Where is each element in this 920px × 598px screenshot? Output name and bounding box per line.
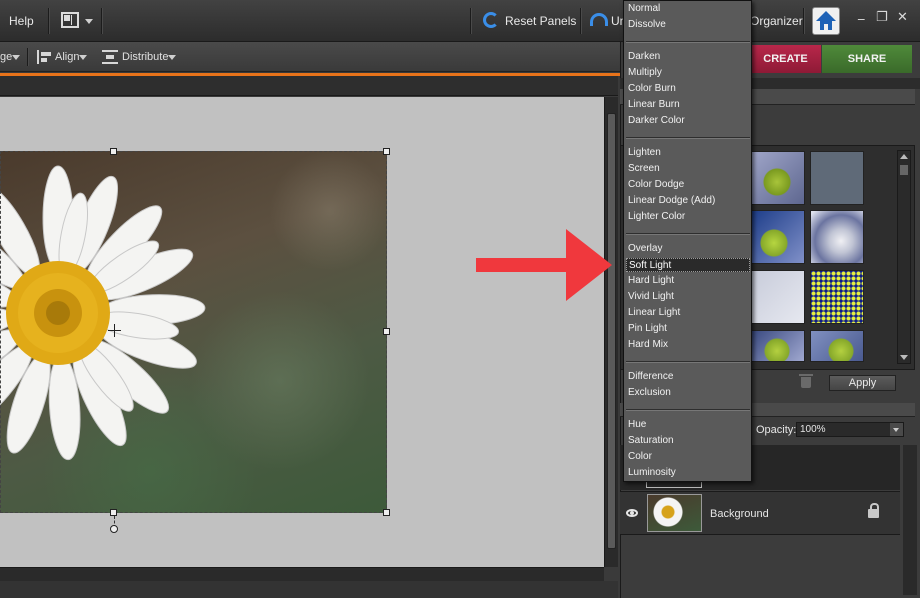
tool-options-bar bbox=[0, 42, 620, 72]
daisy-photo[interactable] bbox=[0, 151, 387, 513]
menu-separator bbox=[626, 361, 750, 362]
reset-icon[interactable] bbox=[483, 12, 499, 28]
close-button[interactable]: ✕ bbox=[897, 10, 908, 25]
blend-mode-item[interactable]: Luminosity bbox=[628, 466, 748, 480]
daisy-flower bbox=[0, 165, 206, 461]
opacity-dropdown[interactable]: 100% bbox=[796, 422, 904, 437]
blend-mode-menu: Normal Dissolve Darken Multiply Color Burn Li… bbox=[623, 0, 752, 482]
reset-panels-button[interactable]: Reset Panels bbox=[505, 14, 576, 28]
transform-handle-top-right[interactable] bbox=[383, 148, 390, 155]
undo-icon[interactable] bbox=[590, 13, 608, 26]
scroll-thumb[interactable] bbox=[607, 113, 616, 549]
opacity-label: Opacity: bbox=[756, 424, 797, 436]
blend-mode-item[interactable]: Hard Mix bbox=[628, 338, 748, 352]
layers-scrollbar[interactable] bbox=[903, 445, 917, 595]
create-tab[interactable]: CREATE bbox=[750, 45, 821, 73]
menu-separator bbox=[470, 8, 471, 34]
options-separator bbox=[27, 48, 28, 66]
blend-mode-item[interactable]: Dissolve bbox=[628, 18, 748, 32]
blend-mode-item[interactable]: Darker Color bbox=[628, 114, 748, 128]
restore-button[interactable]: ❐ bbox=[876, 10, 888, 25]
effect-thumbnail[interactable] bbox=[810, 151, 864, 205]
effect-thumbnail[interactable] bbox=[751, 151, 805, 205]
opacity-value: 100% bbox=[800, 424, 826, 435]
lock-icon[interactable] bbox=[868, 503, 879, 518]
layout-icon[interactable] bbox=[61, 12, 79, 28]
menu-separator bbox=[626, 409, 750, 410]
share-tab[interactable]: SHARE bbox=[822, 45, 912, 73]
transform-handle-bottom[interactable] bbox=[110, 509, 117, 516]
canvas-horizontal-scrollbar[interactable] bbox=[0, 567, 604, 581]
trash-icon[interactable] bbox=[799, 374, 813, 388]
blend-mode-item[interactable]: Lighten bbox=[628, 146, 748, 160]
effect-thumbnail[interactable] bbox=[751, 270, 805, 324]
align-button[interactable]: Align bbox=[55, 51, 79, 63]
blend-mode-item[interactable]: Linear Burn bbox=[628, 98, 748, 112]
blend-mode-item[interactable]: Exclusion bbox=[628, 386, 748, 400]
blend-mode-item[interactable]: Linear Dodge (Add) bbox=[628, 194, 748, 208]
arrange-button[interactable]: ge bbox=[0, 51, 12, 63]
effect-thumbnail[interactable] bbox=[810, 210, 864, 264]
blend-mode-item[interactable]: Darken bbox=[628, 50, 748, 64]
menu-separator bbox=[626, 41, 750, 42]
menu-separator bbox=[580, 8, 581, 34]
chevron-down-icon[interactable] bbox=[12, 55, 20, 60]
menu-separator bbox=[626, 137, 750, 138]
effect-thumbnail[interactable] bbox=[751, 330, 805, 362]
layer-thumbnail bbox=[647, 494, 702, 532]
home-icon-door bbox=[824, 24, 828, 30]
blend-mode-item[interactable]: Linear Light bbox=[628, 306, 748, 320]
minimize-button[interactable]: _ bbox=[858, 6, 865, 21]
effects-scrollbar[interactable] bbox=[897, 150, 911, 364]
blend-mode-item[interactable]: Overlay bbox=[628, 242, 748, 256]
blend-mode-item[interactable]: Difference bbox=[628, 370, 748, 384]
blend-mode-item[interactable]: Color bbox=[628, 450, 748, 464]
apply-button[interactable]: Apply bbox=[829, 375, 896, 391]
canvas-vertical-scrollbar[interactable] bbox=[604, 97, 618, 567]
blend-mode-item[interactable]: Normal bbox=[628, 2, 748, 16]
organizer-button[interactable]: Organizer bbox=[750, 14, 803, 28]
red-arrow-annotation bbox=[476, 229, 612, 301]
distribute-icon[interactable] bbox=[102, 50, 118, 64]
blend-mode-item[interactable]: Pin Light bbox=[628, 322, 748, 336]
blend-mode-item[interactable]: Saturation bbox=[628, 434, 748, 448]
blend-mode-item[interactable]: Lighter Color bbox=[628, 210, 748, 224]
blend-mode-item[interactable]: Vivid Light bbox=[628, 290, 748, 304]
eye-icon[interactable] bbox=[626, 509, 638, 517]
document-tab-strip bbox=[0, 76, 618, 96]
effect-thumbnail[interactable] bbox=[751, 210, 805, 264]
menu-separator bbox=[803, 8, 804, 34]
status-bar bbox=[0, 581, 618, 598]
transform-center-point[interactable] bbox=[108, 324, 121, 337]
menu-separator bbox=[48, 8, 49, 34]
chevron-down-icon[interactable] bbox=[79, 55, 87, 60]
effect-thumbnail[interactable] bbox=[810, 270, 864, 324]
chevron-down-icon[interactable] bbox=[890, 423, 903, 436]
transform-handle-right[interactable] bbox=[383, 328, 390, 335]
menu-separator bbox=[101, 8, 102, 34]
blend-mode-item[interactable]: Hue bbox=[628, 418, 748, 432]
image-canvas[interactable] bbox=[0, 97, 604, 567]
transform-handle-bottom-right[interactable] bbox=[383, 509, 390, 516]
scroll-thumb[interactable] bbox=[900, 165, 908, 175]
effect-thumbnail[interactable] bbox=[810, 330, 864, 362]
transform-handle-top[interactable] bbox=[110, 148, 117, 155]
menu-separator bbox=[626, 233, 750, 234]
home-button[interactable] bbox=[812, 7, 840, 35]
align-icon[interactable] bbox=[37, 50, 51, 64]
chevron-down-icon[interactable] bbox=[168, 55, 176, 60]
blend-mode-item[interactable]: Screen bbox=[628, 162, 748, 176]
blend-mode-item[interactable]: Multiply bbox=[628, 66, 748, 80]
chevron-down-icon[interactable] bbox=[85, 19, 93, 24]
distribute-button[interactable]: Distribute bbox=[122, 51, 168, 63]
scroll-up-icon[interactable] bbox=[900, 154, 908, 159]
blend-mode-item[interactable]: Color Dodge bbox=[628, 178, 748, 192]
blend-mode-item[interactable]: Soft Light bbox=[626, 258, 750, 272]
blend-mode-item[interactable]: Hard Light bbox=[628, 274, 748, 288]
rotate-handle[interactable] bbox=[110, 525, 118, 533]
blend-mode-item[interactable]: Color Burn bbox=[628, 82, 748, 96]
layer-name: Background bbox=[710, 508, 769, 520]
menu-help[interactable]: Help bbox=[9, 14, 34, 28]
scroll-down-icon[interactable] bbox=[900, 355, 908, 360]
